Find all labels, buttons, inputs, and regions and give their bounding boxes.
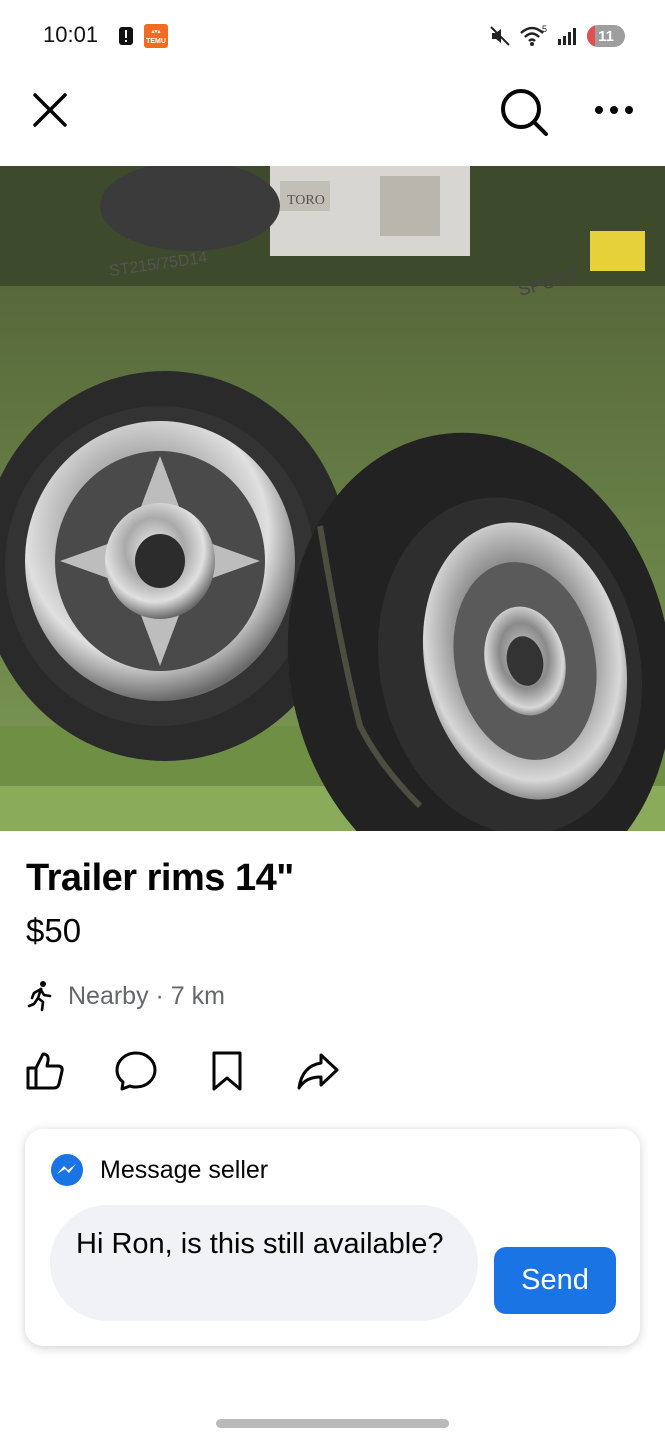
message-seller-header: Message seller	[50, 1153, 268, 1187]
share-icon	[297, 1053, 339, 1090]
messenger-icon	[51, 1154, 83, 1186]
status-bar: 10:01 ▴▾▴ TEMU 5 11	[0, 0, 665, 70]
send-button[interactable]: Send	[494, 1247, 616, 1314]
message-seller-label: Message seller	[100, 1155, 269, 1184]
signal-icon	[558, 28, 576, 45]
alert-icon	[119, 27, 133, 45]
like-icon	[26, 1052, 64, 1090]
walking-person-icon	[27, 981, 52, 1012]
svg-text:TORO: TORO	[287, 193, 325, 208]
location-text: Nearby · 7 km	[68, 981, 225, 1010]
comment-button[interactable]	[113, 1048, 159, 1094]
temu-app-icon: ▴▾▴ TEMU	[144, 24, 168, 48]
listing-photo[interactable]: TORO ST215/75D14 SPORT	[0, 166, 665, 831]
more-dots-icon[interactable]	[590, 94, 638, 126]
share-button[interactable]	[295, 1048, 341, 1094]
listing-location: Nearby · 7 km	[26, 979, 225, 1013]
bookmark-icon	[212, 1051, 242, 1091]
listing-price: $50	[26, 912, 82, 949]
comment-icon	[115, 1051, 157, 1091]
save-button[interactable]	[204, 1048, 250, 1094]
wifi-icon: 5	[520, 24, 547, 46]
action-row	[22, 1048, 386, 1094]
status-time: 10:01	[43, 22, 99, 47]
listing-title: Trailer rims 14"	[26, 857, 294, 899]
status-icons: 5 11	[489, 22, 625, 50]
message-seller-card: Message seller Hi Ron, is this still ava…	[25, 1129, 640, 1346]
mute-icon	[490, 26, 510, 46]
battery-indicator: 11	[587, 25, 625, 47]
search-icon[interactable]	[498, 86, 550, 138]
like-button[interactable]	[22, 1048, 68, 1094]
top-nav	[0, 70, 665, 166]
svg-text:5: 5	[542, 24, 547, 34]
listing-photo-image: TORO ST215/75D14 SPORT	[0, 166, 665, 831]
close-icon[interactable]	[28, 88, 72, 132]
message-input[interactable]: Hi Ron, is this still available?	[50, 1205, 478, 1321]
home-indicator[interactable]	[216, 1419, 449, 1428]
